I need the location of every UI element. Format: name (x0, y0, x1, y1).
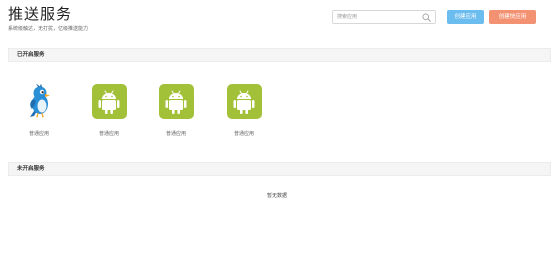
app-name: 普通应用 (28, 131, 49, 137)
app-card[interactable]: 普通应用 (19, 83, 59, 138)
android-icon[interactable] (158, 84, 194, 119)
page-subtitle: 系统级触达，无打扰，亿级推送能力 (8, 26, 89, 32)
create-app-button[interactable]: 创建应用 (447, 10, 484, 24)
empty-state-text: 暂无数据 (266, 193, 287, 199)
push-service-page: 推送服务 系统级触达，无打扰，亿级推送能力 创建应用 创建快应用 已开启服务 (0, 0, 554, 275)
app-card[interactable]: 普通应用 (156, 84, 196, 138)
android-icon[interactable] (91, 84, 127, 119)
app-card[interactable]: 普通应用 (89, 84, 129, 138)
search-icon[interactable] (422, 13, 431, 22)
android-icon[interactable] (226, 84, 262, 119)
bird-icon[interactable] (22, 83, 57, 119)
enabled-services-title: 已开启服务 (17, 52, 45, 58)
app-name: 普通应用 (98, 131, 119, 137)
app-card[interactable]: 普通应用 (224, 84, 264, 138)
create-quick-app-button[interactable]: 创建快应用 (489, 10, 536, 24)
disabled-services-header: 未开启服务 (8, 162, 551, 176)
page-title: 推送服务 (8, 5, 73, 23)
search-input[interactable] (337, 12, 417, 22)
app-name: 普通应用 (165, 131, 186, 137)
search-box[interactable] (332, 10, 436, 24)
disabled-services-title: 未开启服务 (17, 166, 45, 172)
enabled-services-header: 已开启服务 (8, 48, 551, 62)
app-name: 普通应用 (233, 131, 254, 137)
